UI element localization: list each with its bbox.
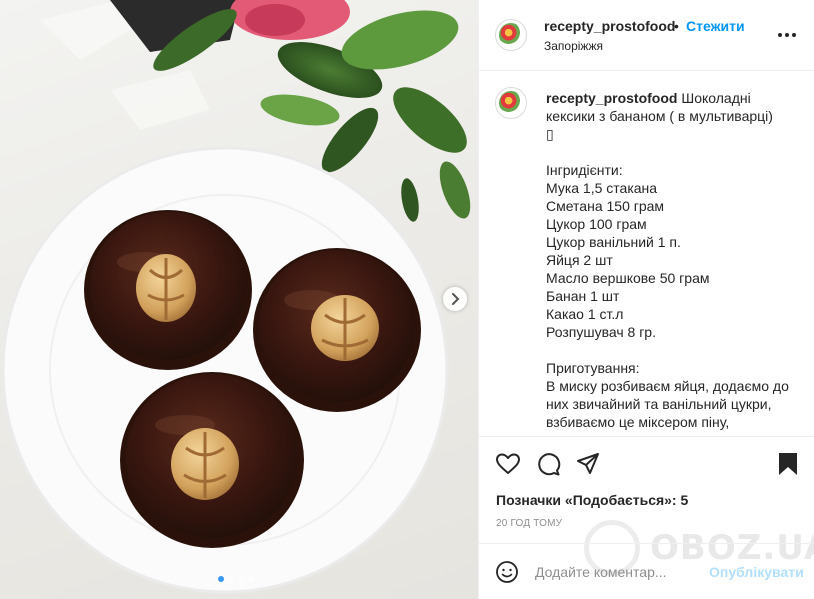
caption-username[interactable]: recepty_prostofood [546, 90, 677, 106]
header-separator: • [674, 18, 679, 34]
caption-emoji-placeholder: ▯ [546, 126, 554, 142]
comment-icon[interactable] [535, 451, 561, 477]
avatar[interactable] [495, 19, 527, 51]
caption-text: recepty_prostofood Шоколадні кексики з б… [546, 89, 796, 431]
publish-button[interactable]: Опублікувати [709, 564, 804, 580]
post-location[interactable]: Запоріжжя [544, 39, 603, 53]
caption-section: recepty_prostofood Шоколадні кексики з б… [479, 72, 814, 436]
carousel-dot [228, 576, 234, 582]
share-icon[interactable] [575, 451, 601, 477]
carousel-dot [248, 576, 254, 582]
carousel-dots [218, 576, 254, 582]
comment-input[interactable] [535, 562, 705, 582]
muffins-photo-image [1, 0, 471, 594]
post-photo[interactable] [0, 0, 478, 599]
author-username[interactable]: recepty_prostofood [544, 18, 675, 34]
caption-body: Інгридієнти: Мука 1,5 стакана Сметана 15… [546, 162, 789, 430]
post-sidebar: recepty_prostofood • Стежити Запоріжжя r… [478, 0, 814, 599]
likes-count[interactable]: Позначки «Подобається»: 5 [496, 492, 688, 508]
carousel-dot [238, 576, 244, 582]
emoji-icon[interactable] [495, 560, 519, 584]
carousel-dot [218, 576, 224, 582]
post-header: recepty_prostofood • Стежити Запоріжжя [479, 0, 814, 71]
heart-icon[interactable] [495, 451, 521, 477]
bookmark-icon[interactable] [775, 451, 801, 477]
more-options-icon[interactable] [775, 25, 799, 45]
comment-bar: Опублікувати [479, 543, 814, 599]
follow-button[interactable]: Стежити [686, 18, 745, 34]
action-bar [479, 436, 814, 486]
post-timestamp[interactable]: 20 ГОД ТОМУ [496, 518, 562, 529]
caption-avatar[interactable] [495, 87, 527, 119]
carousel-next-button[interactable] [443, 287, 467, 311]
chevron-right-icon [452, 293, 460, 305]
